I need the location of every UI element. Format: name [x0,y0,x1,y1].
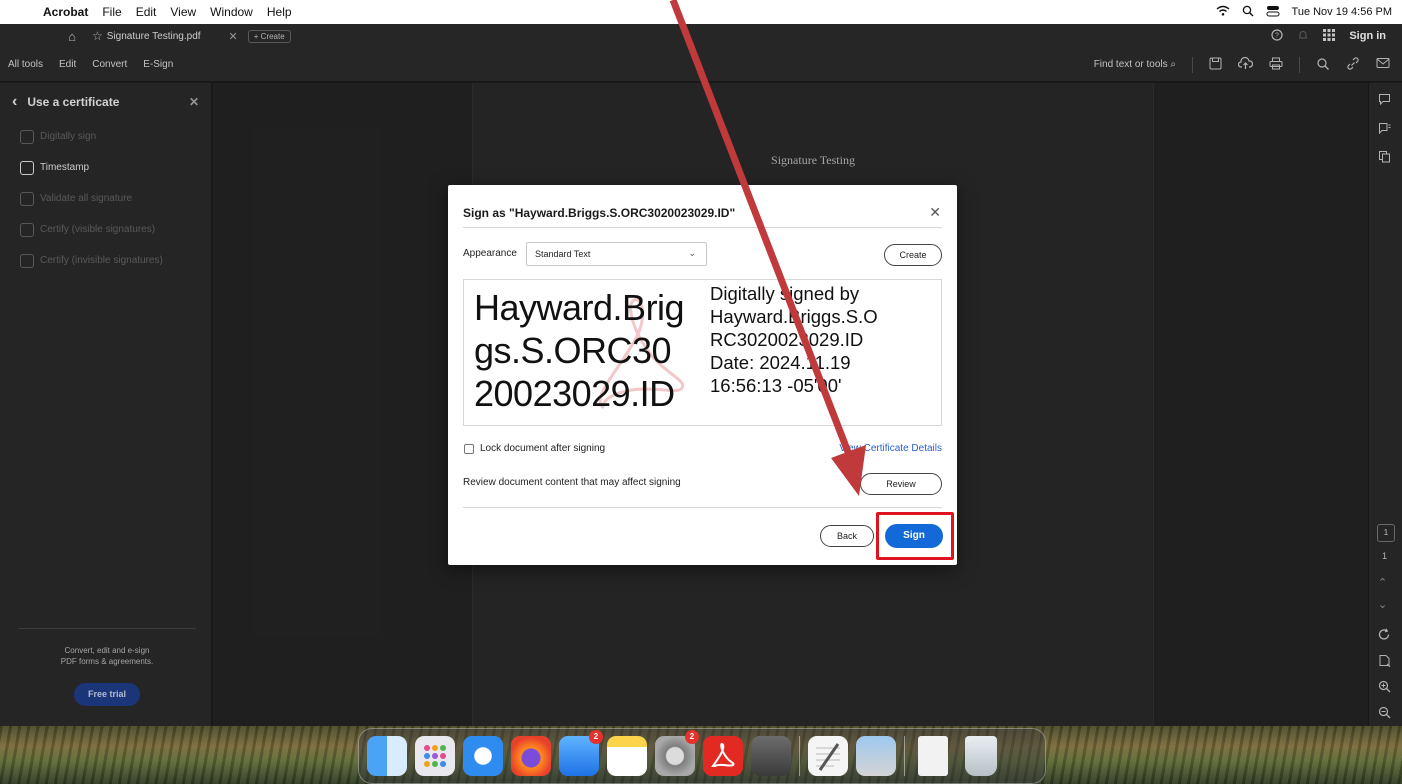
menu-help[interactable]: Help [260,5,299,19]
review-button[interactable]: Review [860,473,942,495]
menu-app-name[interactable]: Acrobat [36,5,95,19]
mail-app-icon[interactable]: 2 [559,730,603,776]
appearance-value: Standard Text [535,249,591,259]
launchpad-icon[interactable] [415,736,455,776]
control-center-icon[interactable] [1266,5,1280,20]
menu-edit[interactable]: Edit [129,5,164,19]
dialog-title: Sign as "Hayward.Briggs.S.ORC3020023029.… [463,206,736,220]
signature-name-line: 20023029.ID [474,373,675,414]
signature-name-line: gs.S.ORC30 [474,330,672,371]
menubar-clock[interactable]: Tue Nov 19 4:56 PM [1292,6,1392,18]
safari-icon[interactable] [463,736,503,776]
acrobat-app-icon[interactable] [703,736,743,776]
textedit-icon[interactable] [808,736,848,776]
dock-divider [904,736,905,776]
back-button[interactable]: Back [820,525,874,547]
dialog-close-icon[interactable]: ✕ [929,204,941,221]
view-certificate-link[interactable]: View Certificate Details [839,443,942,454]
signature-detail-line: 16:56:13 -05'00' [710,375,842,396]
lock-label: Lock document after signing [480,443,606,454]
menu-bar: Acrobat File Edit View Window Help Tue N… [0,0,1402,24]
sign-button[interactable]: Sign [885,524,943,548]
firefox-icon[interactable] [511,736,551,776]
menu-window[interactable]: Window [203,5,260,19]
dock-divider [799,736,800,776]
dock: 2 2 [358,728,1046,784]
signature-detail-line: Hayward.Briggs.S.O [710,306,878,327]
signature-details: Digitally signed by Hayward.Briggs.S.O R… [710,282,941,397]
spotlight-icon[interactable] [1242,5,1254,20]
notes-icon[interactable] [607,736,647,776]
divider [463,507,942,508]
appearance-label: Appearance [463,248,517,259]
chevron-down-icon: ⌄ [688,248,696,258]
settings-badge: 2 [685,730,699,744]
sign-dialog: Sign as "Hayward.Briggs.S.ORC3020023029.… [448,185,957,565]
trash-icon[interactable] [965,736,997,776]
preview-app-icon[interactable] [856,736,896,776]
signature-detail-line: Date: 2024.11.19 [710,352,851,373]
finder-icon[interactable] [367,736,407,776]
create-button[interactable]: Create [884,244,942,266]
system-settings-icon[interactable]: 2 [655,730,699,776]
signature-detail-line: Digitally signed by [710,283,860,304]
signature-preview: Hayward.Brig gs.S.ORC30 20023029.ID Digi… [463,279,942,426]
menu-file[interactable]: File [95,5,128,19]
divider [463,227,942,228]
keychain-access-icon[interactable] [751,736,791,776]
signature-detail-line: RC3020023029.ID [710,329,864,350]
appearance-select[interactable]: Standard Text ⌄ [526,242,707,266]
lock-document-checkbox[interactable]: Lock document after signing [464,443,605,454]
menu-view[interactable]: View [163,5,203,19]
mail-badge: 2 [589,730,603,744]
review-description: Review document content that may affect … [463,477,681,488]
checkbox[interactable] [464,443,474,454]
pdf-document-icon[interactable] [918,736,948,776]
signature-name: Hayward.Brig gs.S.ORC30 20023029.ID [474,286,724,415]
wifi-icon[interactable] [1216,5,1230,19]
signature-name-line: Hayward.Brig [474,287,685,328]
